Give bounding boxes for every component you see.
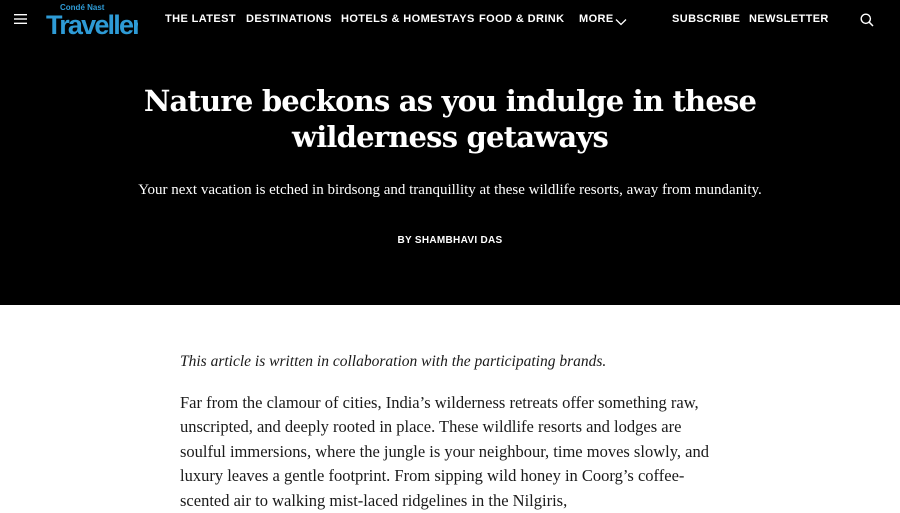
article-headline: Nature beckons as you indulge in these w… [143,84,757,154]
nav-item-the-latest[interactable]: THE LATEST [165,13,236,26]
top-navigation: Condé Nast Traveller THE LATEST DESTINAT… [0,0,900,40]
site-logo[interactable]: Condé Nast Traveller [46,2,145,40]
hero-section: Condé Nast Traveller THE LATEST DESTINAT… [0,0,900,305]
author-byline[interactable]: BY SHAMBHAVI DAS [300,235,600,246]
nav-item-food-drink[interactable]: FOOD & DRINK [479,13,564,26]
article-dek: Your next vacation is etched in birdsong… [138,182,762,198]
logo-title-text: Traveller [46,10,138,36]
subscribe-link[interactable]: SUBSCRIBE [672,13,740,26]
article-body-paragraph: Far from the clamour of cities, India’s … [180,393,709,510]
nav-item-more[interactable]: MORE [579,13,614,26]
hamburger-menu-icon[interactable] [13,11,29,27]
search-icon[interactable] [859,12,875,28]
nav-item-hotels-homestays[interactable]: HOTELS & HOMESTAYS [341,13,475,26]
nav-item-destinations[interactable]: DESTINATIONS [246,13,332,26]
chevron-down-icon[interactable] [614,14,628,26]
collaboration-disclaimer: This article is written in collaboration… [180,353,607,370]
newsletter-link[interactable]: NEWSLETTER [749,13,829,26]
